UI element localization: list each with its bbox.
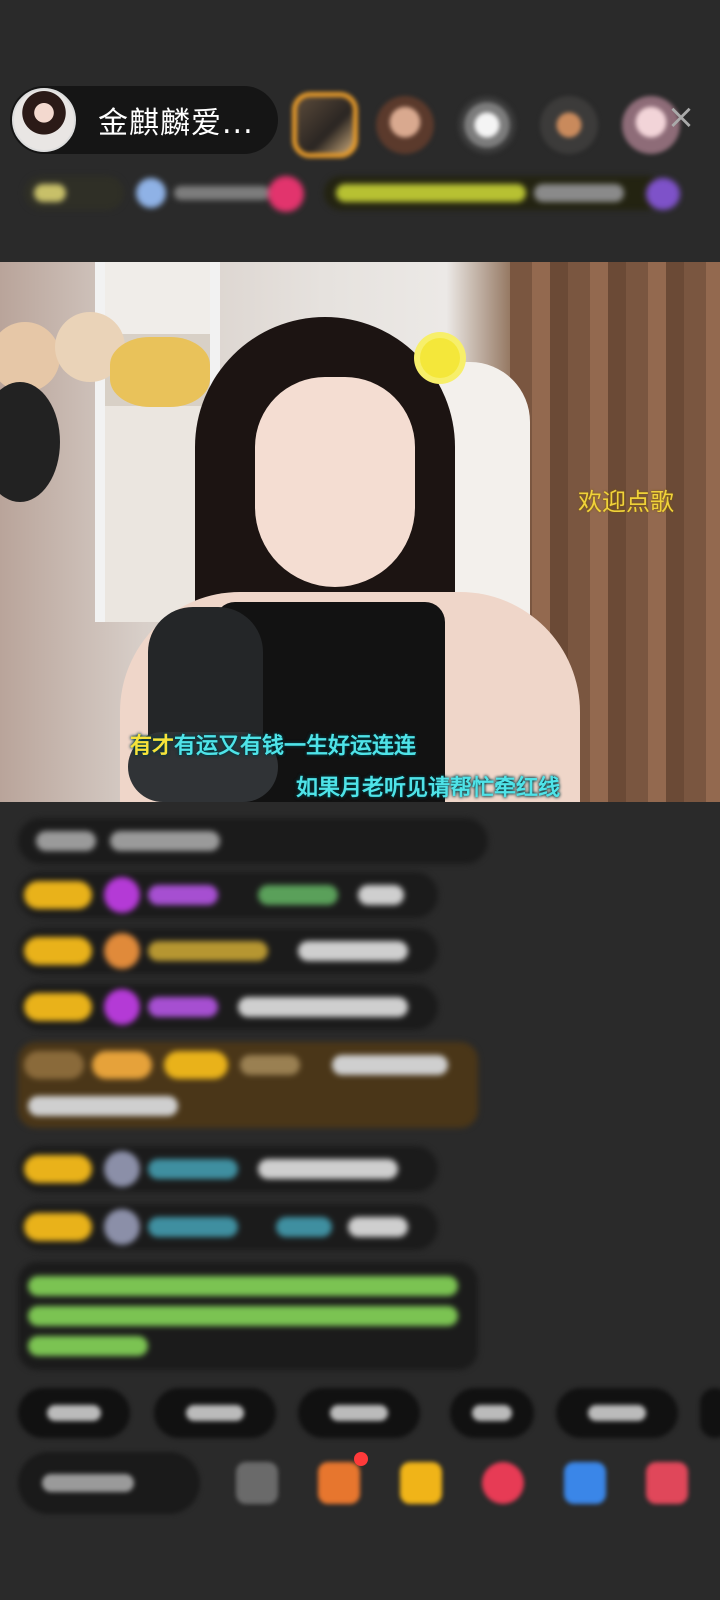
flower-pot xyxy=(110,337,210,407)
host-avatar[interactable] xyxy=(12,88,76,152)
chat-message-8[interactable] xyxy=(18,1262,478,1370)
hair-flower xyxy=(420,338,460,378)
quick-reply-3[interactable] xyxy=(298,1388,420,1438)
emoji-icon[interactable] xyxy=(236,1462,278,1504)
streamer-face xyxy=(255,377,415,587)
gift-icon[interactable] xyxy=(400,1462,442,1504)
chat-message-5[interactable] xyxy=(18,1042,478,1128)
gift-box-icon[interactable] xyxy=(318,1462,360,1504)
quick-reply-4[interactable] xyxy=(450,1388,534,1438)
chat-message-2[interactable] xyxy=(18,872,438,918)
chat-message-4[interactable] xyxy=(18,984,438,1030)
quick-reply-5[interactable] xyxy=(556,1388,678,1438)
heart-icon[interactable] xyxy=(482,1462,524,1504)
game-icon[interactable] xyxy=(564,1462,606,1504)
room-info-row xyxy=(24,174,694,214)
chat-message-6[interactable] xyxy=(18,1146,438,1192)
quick-reply-2[interactable] xyxy=(154,1388,276,1438)
host-name: 金麒麟爱... xyxy=(98,106,254,141)
chat-message-1[interactable] xyxy=(18,818,488,864)
song-request-hint: 欢迎点歌 xyxy=(578,488,674,516)
lyric-rest: 有运又有钱一生好运连连 xyxy=(174,734,417,759)
lyric-line-1: 有才有运又有钱一生好运连连 xyxy=(130,728,416,760)
notification-dot xyxy=(354,1452,368,1466)
viewer-avatar-4[interactable] xyxy=(540,96,598,154)
viewer-avatar-list xyxy=(292,92,704,158)
quick-reply-6[interactable] xyxy=(700,1388,720,1438)
viewer-avatar-1[interactable] xyxy=(292,92,358,158)
viewer-avatar-3[interactable] xyxy=(458,96,516,154)
close-icon[interactable]: × xyxy=(666,100,696,134)
chat-message-7[interactable] xyxy=(18,1204,438,1250)
lyric-highlight: 有才 xyxy=(130,734,175,759)
more-icon[interactable] xyxy=(646,1462,688,1504)
teddy-bear xyxy=(0,322,60,392)
teddy-bear-body xyxy=(0,382,60,502)
chat-message-3[interactable] xyxy=(18,928,438,974)
quick-reply-1[interactable] xyxy=(18,1388,130,1438)
live-video[interactable]: 欢迎点歌 有才有运又有钱一生好运连连 如果月老听见请帮忙牵红线 xyxy=(0,262,720,802)
host-info-pill[interactable]: 金麒麟爱... xyxy=(10,86,278,154)
lyric-line-2: 如果月老听见请帮忙牵红线 xyxy=(296,776,561,801)
viewer-avatar-2[interactable] xyxy=(376,96,434,154)
comment-input[interactable] xyxy=(18,1452,200,1514)
